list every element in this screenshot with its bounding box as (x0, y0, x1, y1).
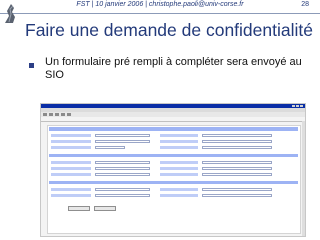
form-label (160, 161, 198, 164)
form-label (160, 140, 198, 143)
form-label (51, 188, 91, 191)
form-field (202, 161, 272, 164)
form-label (160, 173, 198, 176)
university-logo-icon (5, 4, 15, 23)
form-header-band (49, 127, 298, 131)
form-label (51, 173, 91, 176)
back-icon (43, 113, 47, 116)
form-label (51, 161, 91, 164)
form-field (95, 161, 150, 164)
scrollbar (302, 121, 305, 236)
stop-icon (55, 113, 59, 116)
slide-title: Faire une demande de confidentialité (25, 20, 313, 40)
header-divider (0, 13, 320, 14)
form-section-band (49, 154, 298, 157)
form-field (95, 173, 150, 176)
slide-header: FST | 10 janvier 2006 | christophe.paoli… (76, 1, 244, 8)
form-field (95, 194, 150, 197)
browser-screenshot (40, 103, 306, 237)
form-field (95, 167, 150, 170)
forward-icon (49, 113, 53, 116)
form-field (202, 167, 272, 170)
form-field (95, 134, 150, 137)
form-label (160, 134, 198, 137)
form-select (95, 146, 125, 149)
refresh-icon (61, 113, 65, 116)
form-field (202, 194, 272, 197)
form-label (51, 167, 91, 170)
close-icon (300, 105, 303, 107)
form-field (202, 173, 272, 176)
request-form (47, 125, 301, 234)
form-section-band (49, 181, 298, 184)
form-field (202, 140, 272, 143)
form-label (51, 134, 91, 137)
page-number: 28 (301, 1, 309, 8)
bullet-marker (29, 63, 34, 68)
address-bar (41, 117, 305, 122)
minimize-icon (292, 105, 295, 107)
form-label (160, 167, 198, 170)
maximize-icon (296, 105, 299, 107)
form-label (160, 188, 198, 191)
reset-button (94, 206, 116, 211)
home-icon (67, 113, 71, 116)
form-label (51, 140, 91, 143)
form-label (51, 194, 91, 197)
form-field (95, 140, 150, 143)
form-field (202, 146, 272, 149)
submit-button (68, 206, 90, 211)
form-field (202, 134, 272, 137)
bullet-text: Un formulaire pré rempli à compléter ser… (45, 56, 302, 81)
form-label (160, 146, 198, 149)
form-label (160, 194, 198, 197)
form-field (95, 188, 150, 191)
form-field (202, 188, 272, 191)
form-label (51, 146, 91, 149)
